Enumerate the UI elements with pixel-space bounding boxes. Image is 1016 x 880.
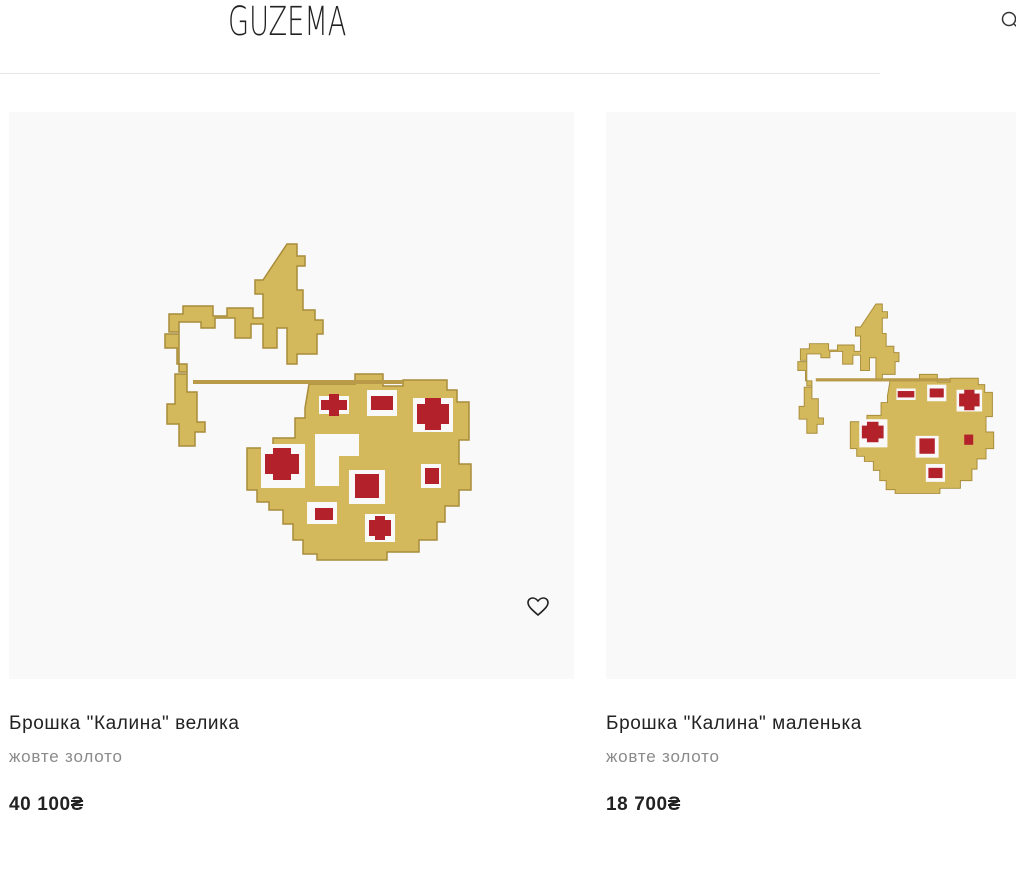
product-material: жовте золото [606, 747, 720, 766]
product-title[interactable]: Брошка "Калина" маленька [606, 713, 1016, 735]
brooch-large-illustration [164, 243, 472, 561]
brand-logo[interactable]: GUZEMA [228, 0, 346, 44]
search-icon[interactable] [1000, 10, 1016, 30]
heart-icon[interactable] [527, 597, 549, 617]
product-title[interactable]: Брошка "Калина" велика [9, 713, 574, 735]
product-price: 18 700₴ [606, 794, 681, 815]
site-header: GUZEMA [0, 0, 1016, 74]
product-card[interactable]: Брошка "Калина" маленька жовте золото 18… [606, 112, 1016, 816]
product-card[interactable]: Брошка "Калина" велика жовте золото 40 1… [9, 112, 574, 816]
product-material: жовте золото [9, 747, 123, 766]
brooch-small-illustration [797, 303, 995, 494]
product-image-large-brooch[interactable] [9, 112, 574, 679]
product-price: 40 100₴ [9, 794, 84, 815]
header-divider [0, 73, 880, 74]
product-image-small-brooch[interactable] [606, 112, 1016, 679]
